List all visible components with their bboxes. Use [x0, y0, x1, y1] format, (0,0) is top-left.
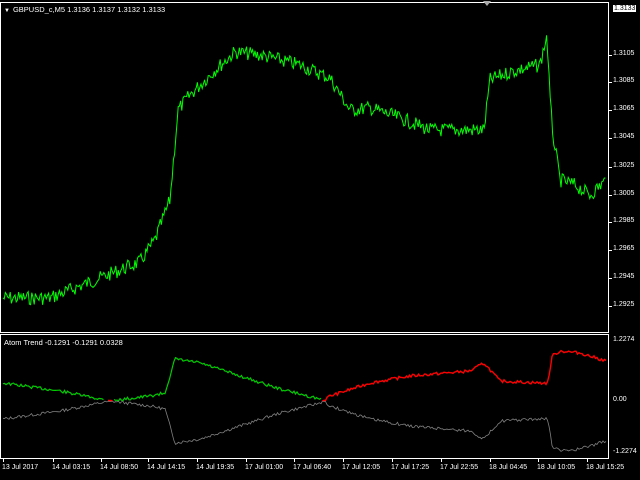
price-line [2, 35, 606, 306]
indicator-mirror-line [2, 400, 607, 452]
indicator-up-line [107, 349, 607, 402]
chart-plot [2, 35, 607, 452]
indicator-down-line [2, 356, 322, 402]
